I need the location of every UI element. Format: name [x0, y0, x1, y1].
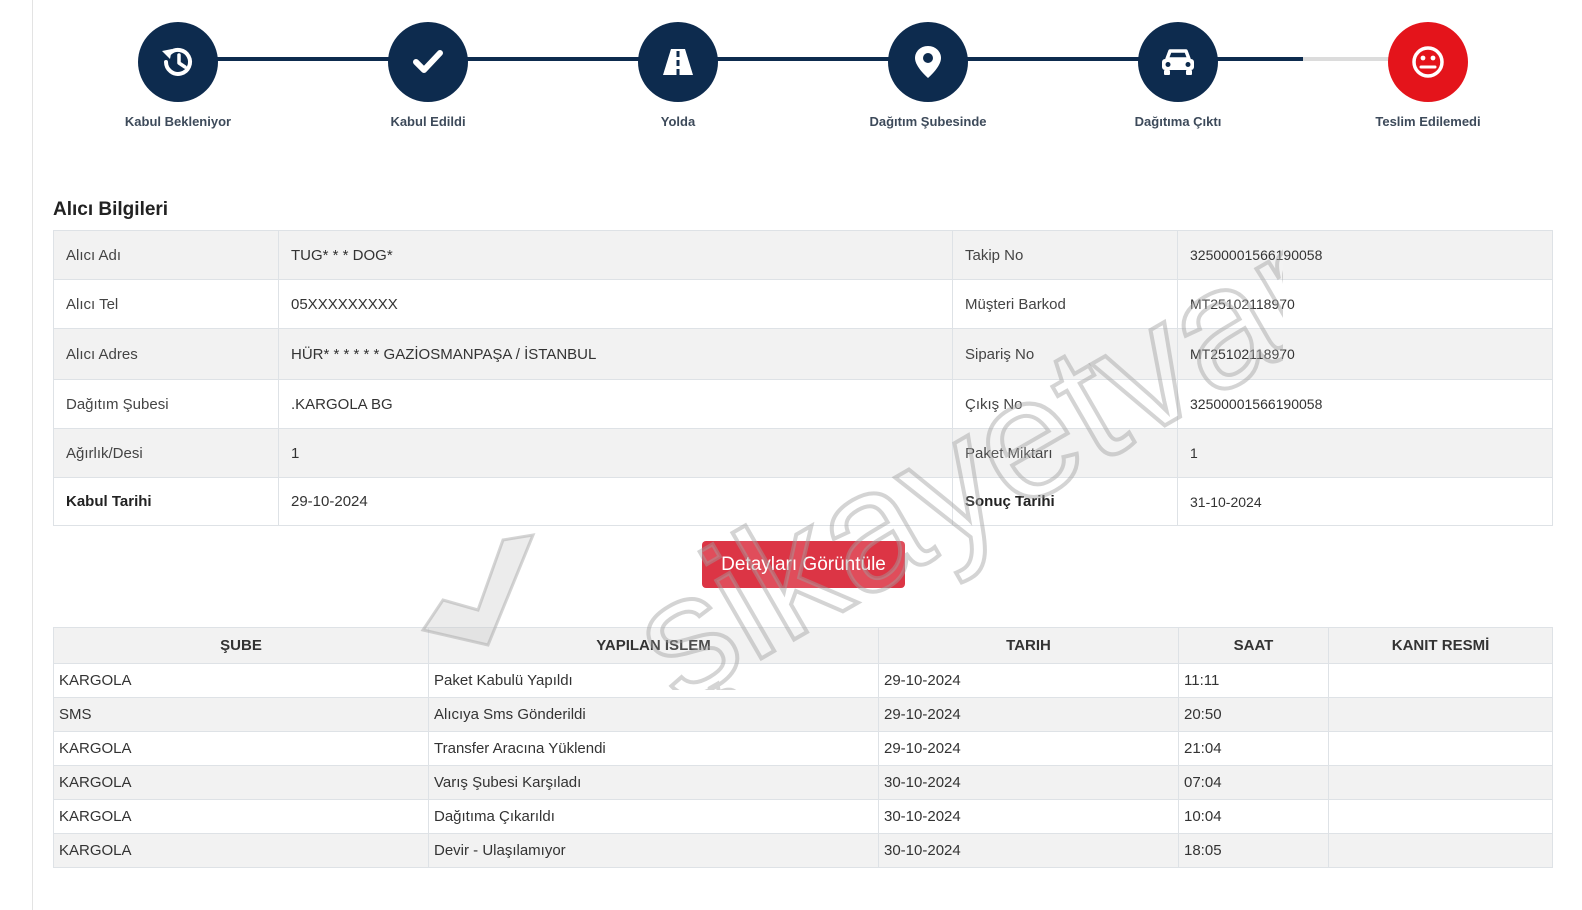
info-label: Alıcı Adres [53, 328, 279, 380]
cell-saat: 20:50 [1178, 697, 1329, 732]
progress-tracker: Kabul Bekleniyor Kabul Edildi Yolda Dağı… [53, 0, 1553, 140]
shipment-tracking-page: Kabul Bekleniyor Kabul Edildi Yolda Dağı… [53, 0, 1553, 910]
cell-tarih: 29-10-2024 [878, 697, 1179, 732]
info-row: Alıcı Adres HÜR* * * * * * GAZİOSMANPAŞA… [53, 328, 1553, 380]
cell-tarih: 29-10-2024 [878, 731, 1179, 766]
section-title: Alıcı Bilgileri [53, 199, 169, 220]
table-row: KARGOLA Paket Kabulü Yapıldı 29-10-2024 … [53, 663, 1553, 698]
info-row: Alıcı Adı TUG* * * DOG* Takip No 3250000… [53, 230, 1553, 280]
step-kabul-bekleniyor: Kabul Bekleniyor [88, 22, 268, 129]
cell-tarih: 29-10-2024 [878, 663, 1179, 698]
info-label: Alıcı Adı [53, 230, 279, 280]
view-details-button[interactable]: Detayları Görüntüle [702, 541, 905, 588]
check-icon [413, 50, 443, 73]
cell-sube: KARGOLA [53, 663, 429, 698]
info-value: 29-10-2024 [278, 477, 953, 526]
info-value: TUG* * * DOG* [278, 230, 953, 280]
info-value: 32500001566190058 [1177, 230, 1553, 280]
step-dagitima-cikti: Dağıtıma Çıktı [1088, 22, 1268, 129]
cell-tarih: 30-10-2024 [878, 833, 1179, 868]
info-value: HÜR* * * * * * GAZİOSMANPAŞA / İSTANBUL [278, 328, 953, 380]
table-row: KARGOLA Transfer Aracına Yüklendi 29-10-… [53, 731, 1553, 766]
cell-islem: Paket Kabulü Yapıldı [428, 663, 879, 698]
cell-saat: 07:04 [1178, 765, 1329, 800]
info-row: Dağıtım Şubesi .KARGOLA BG Çıkış No 3250… [53, 379, 1553, 429]
cell-islem: Dağıtıma Çıkarıldı [428, 799, 879, 834]
info-value: 05XXXXXXXXX [278, 279, 953, 329]
info-label: Çıkış No [952, 379, 1178, 429]
info-value: MT25102118970 [1177, 328, 1553, 380]
step-teslim-edilemedi: Teslim Edilemedi [1338, 22, 1518, 129]
table-row: SMS Alıcıya Sms Gönderildi 29-10-2024 20… [53, 697, 1553, 732]
info-value: 32500001566190058 [1177, 379, 1553, 429]
cell-sube: KARGOLA [53, 765, 429, 800]
info-label: Ağırlık/Desi [53, 428, 279, 478]
step-label: Yolda [660, 114, 696, 129]
cell-kanit-resmi [1328, 799, 1553, 834]
cell-sube: KARGOLA [53, 731, 429, 766]
table-row: KARGOLA Devir - Ulaşılamıyor 30-10-2024 … [53, 833, 1553, 868]
column-header-tarih: TARIH [878, 627, 1179, 664]
info-label: Kabul Tarihi [53, 477, 279, 526]
cell-kanit-resmi [1328, 833, 1553, 868]
info-value: 1 [278, 428, 953, 478]
info-value: 1 [1177, 428, 1553, 478]
cell-sube: SMS [53, 697, 429, 732]
step-yolda: Yolda [588, 22, 768, 129]
cell-kanit-resmi [1328, 697, 1553, 732]
info-row: Kabul Tarihi 29-10-2024 Sonuç Tarihi 31-… [53, 477, 1553, 526]
step-label: Kabul Bekleniyor [124, 114, 232, 129]
cell-islem: Alıcıya Sms Gönderildi [428, 697, 879, 732]
step-label: Kabul Edildi [390, 114, 466, 129]
info-label: Sipariş No [952, 328, 1178, 380]
cell-sube: KARGOLA [53, 833, 429, 868]
cell-islem: Varış Şubesi Karşıladı [428, 765, 879, 800]
cell-islem: Transfer Aracına Yüklendi [428, 731, 879, 766]
info-value: 31-10-2024 [1177, 477, 1553, 526]
table-row: KARGOLA Dağıtıma Çıkarıldı 30-10-2024 10… [53, 799, 1553, 834]
cell-saat: 10:04 [1178, 799, 1329, 834]
info-label: Müşteri Barkod [952, 279, 1178, 329]
cell-islem: Devir - Ulaşılamıyor [428, 833, 879, 868]
column-header-islem: YAPILAN ISLEM [428, 627, 879, 664]
step-kabul-edildi: Kabul Edildi [338, 22, 518, 129]
history-header-row: ŞUBE YAPILAN ISLEM TARIH SAAT KANIT RESM… [53, 627, 1553, 664]
info-label: Sonuç Tarihi [952, 477, 1178, 526]
cell-tarih: 30-10-2024 [878, 799, 1179, 834]
sad-face-icon [1412, 46, 1444, 78]
shipment-history-table: ŞUBE YAPILAN ISLEM TARIH SAAT KANIT RESM… [53, 627, 1553, 868]
recipient-info-table: Alıcı Adı TUG* * * DOG* Takip No 3250000… [53, 230, 1553, 526]
cell-tarih: 30-10-2024 [878, 765, 1179, 800]
step-dagitim-subesinde: Dağıtım Şubesinde [838, 22, 1018, 129]
step-label: Dağıtım Şubesinde [869, 114, 987, 129]
info-value: .KARGOLA BG [278, 379, 953, 429]
info-row: Alıcı Tel 05XXXXXXXXX Müşteri Barkod MT2… [53, 279, 1553, 329]
cell-sube: KARGOLA [53, 799, 429, 834]
step-label: Teslim Edilemedi [1375, 114, 1481, 129]
left-border [32, 0, 33, 910]
info-label: Alıcı Tel [53, 279, 279, 329]
cell-saat: 21:04 [1178, 731, 1329, 766]
column-header-kanit-resmi: KANIT RESMİ [1328, 627, 1553, 664]
info-label: Dağıtım Şubesi [53, 379, 279, 429]
step-label: Dağıtıma Çıktı [1134, 114, 1222, 129]
car-icon [1162, 49, 1194, 75]
info-label: Takip No [952, 230, 1178, 280]
cell-kanit-resmi [1328, 765, 1553, 800]
road-icon [663, 49, 693, 75]
column-header-saat: SAAT [1178, 627, 1329, 664]
cell-kanit-resmi [1328, 731, 1553, 766]
cell-saat: 18:05 [1178, 833, 1329, 868]
column-header-sube: ŞUBE [53, 627, 429, 664]
info-row: Ağırlık/Desi 1 Paket Miktarı 1 [53, 428, 1553, 478]
info-value: MT25102118970 [1177, 279, 1553, 329]
table-row: KARGOLA Varış Şubesi Karşıladı 30-10-202… [53, 765, 1553, 800]
info-label: Paket Miktarı [952, 428, 1178, 478]
history-icon [162, 47, 192, 76]
cell-saat: 11:11 [1178, 663, 1329, 698]
cell-kanit-resmi [1328, 663, 1553, 698]
map-pin-icon [915, 46, 941, 78]
